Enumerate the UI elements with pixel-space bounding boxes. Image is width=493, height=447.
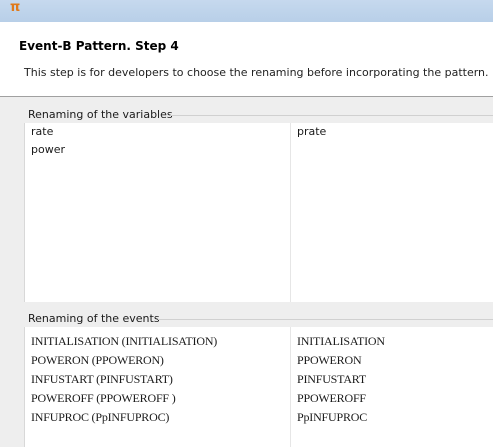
table-row[interactable]: POWEROFF (PPOWEROFF ) PPOWEROFF — [25, 389, 493, 407]
event-original-name: POWERON (PPOWERON) — [31, 353, 164, 367]
event-original-name: INITIALISATION (INITIALISATION) — [31, 334, 218, 348]
page-description: This step is for developers to choose th… — [24, 66, 489, 79]
table-row[interactable]: POWERON (PPOWERON) PPOWERON — [25, 351, 493, 369]
table-row[interactable]: INITIALISATION (INITIALISATION) INITIALI… — [25, 332, 493, 350]
window-titlebar: π — [0, 0, 493, 22]
events-group-label: Renaming of the events — [28, 312, 160, 325]
event-original-name: INFUSTART (PINFUSTART) — [31, 372, 173, 386]
variable-original-name: power — [31, 143, 65, 156]
table-row[interactable]: power — [25, 141, 493, 159]
variables-renaming-group: Renaming of the variables rate prate pow… — [18, 108, 493, 302]
variable-original-name: rate — [31, 125, 54, 138]
events-renaming-group: Renaming of the events INITIALISATION (I… — [18, 312, 493, 447]
event-original-name: INFUPROC (PpINFUPROC) — [31, 410, 170, 424]
variable-renamed-name[interactable]: prate — [297, 123, 326, 141]
event-renamed-name[interactable]: PINFUSTART — [297, 370, 366, 388]
event-renamed-name[interactable]: PpINFUPROC — [297, 408, 367, 426]
table-row[interactable]: INFUPROC (PpINFUPROC) PpINFUPROC — [25, 408, 493, 426]
table-row[interactable]: rate prate — [25, 123, 493, 141]
pattern-app-icon: π — [10, 0, 21, 15]
variables-table[interactable]: rate prate power — [24, 123, 493, 302]
page-title: Event-B Pattern. Step 4 — [19, 39, 179, 53]
event-original-name: POWEROFF (PPOWEROFF ) — [31, 391, 176, 405]
event-renamed-name[interactable]: INITIALISATION — [297, 332, 385, 350]
table-row[interactable]: INFUSTART (PINFUSTART) PINFUSTART — [25, 370, 493, 388]
wizard-header: Event-B Pattern. Step 4 This step is for… — [0, 22, 493, 96]
group-border — [170, 115, 493, 116]
event-renamed-name[interactable]: PPOWERON — [297, 351, 362, 369]
event-renamed-name[interactable]: PPOWEROFF — [297, 389, 366, 407]
events-table[interactable]: INITIALISATION (INITIALISATION) INITIALI… — [24, 327, 493, 447]
group-border — [158, 319, 493, 320]
variables-group-label: Renaming of the variables — [28, 108, 173, 121]
